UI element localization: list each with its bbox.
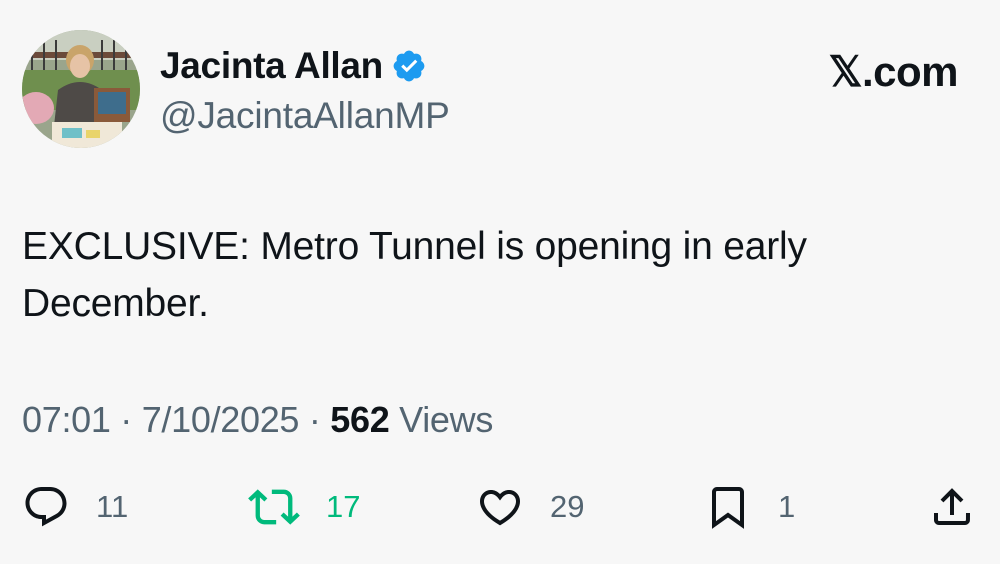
tweet-date[interactable]: 7/10/2025 — [142, 399, 300, 440]
tweet-meta: 07:01 · 7/10/2025 · 562 Views — [22, 398, 493, 442]
bookmark-icon — [704, 483, 752, 531]
author-display-name[interactable]: Jacinta Allan — [160, 44, 383, 88]
reply-count: 11 — [96, 489, 129, 524]
share-button[interactable] — [928, 483, 976, 531]
retweet-count: 17 — [326, 489, 361, 524]
like-count: 29 — [550, 489, 585, 524]
heart-icon — [476, 483, 524, 531]
tweet-text-line: EXCLUSIVE: Metro Tunnel is opening in ea… — [22, 225, 807, 268]
views-count: 562 — [330, 399, 390, 440]
like-button[interactable]: 29 — [476, 483, 584, 531]
meta-separator: · — [308, 399, 321, 440]
reply-button[interactable]: 11 — [22, 483, 128, 531]
bookmark-count: 1 — [778, 489, 796, 524]
site-logo-label: 𝕏.com — [828, 48, 959, 95]
retweet-button[interactable]: 17 — [248, 483, 360, 531]
meta-separator: · — [120, 399, 132, 440]
retweet-icon — [248, 481, 300, 533]
tweet-text: EXCLUSIVE: Metro Tunnel is opening in ea… — [22, 218, 952, 332]
share-icon — [928, 483, 976, 531]
bookmark-button[interactable]: 1 — [704, 483, 795, 531]
tweet-text-line: December. — [22, 282, 209, 325]
tweet-time[interactable]: 07:01 — [22, 399, 111, 440]
avatar[interactable] — [22, 30, 140, 148]
verified-badge-icon — [391, 48, 427, 84]
reply-icon — [22, 483, 70, 531]
author-name-row: Jacinta Allan — [160, 44, 427, 88]
views-label: Views — [399, 399, 494, 440]
author-handle[interactable]: @JacintaAllanMP — [160, 94, 450, 138]
